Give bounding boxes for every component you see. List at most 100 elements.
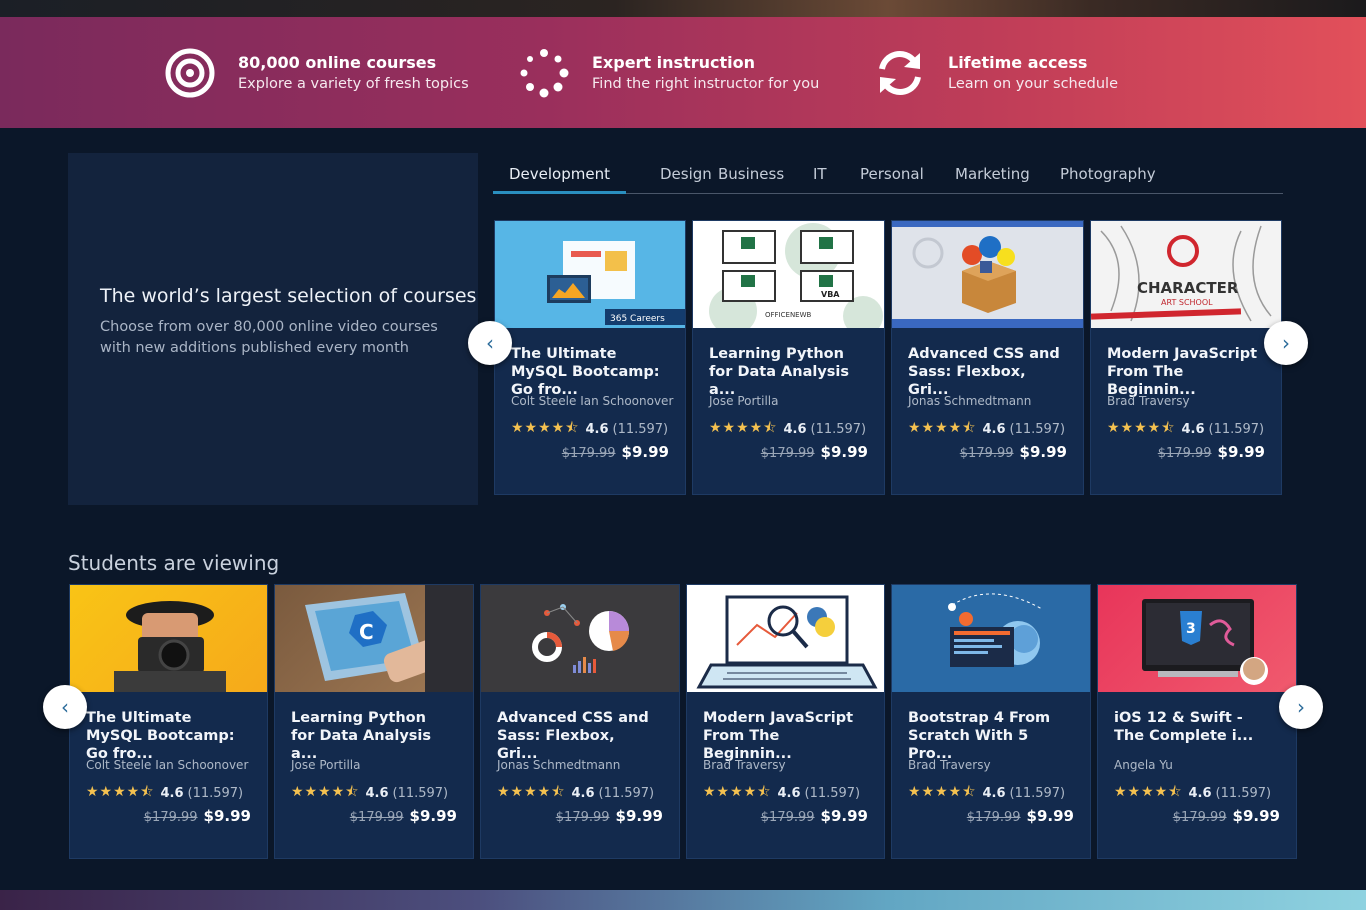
course-rating: ★★★★⯪ 4.6 (11.597) [511,417,668,441]
course-title[interactable]: Learning Python for Data Analysis a... [709,345,869,399]
course-rating: ★★★★⯪ 4.6 (11.597) [1114,781,1271,805]
course-thumbnail [892,585,1090,692]
thumb-brand: OFFICENEWB [765,311,812,319]
rating-value: 4.6 [365,785,389,801]
course-thumbnail: 365 Careers [495,221,685,328]
course-card[interactable]: The Ultimate MySQL Bootcamp: Go fro... C… [69,584,268,859]
review-count: (11.597) [1009,785,1066,801]
course-card[interactable]: 3 iOS 12 & Swift - The Complete i... Ang… [1097,584,1297,859]
course-author: Brad Traversy [908,758,991,772]
rating-stars: ★★★★⯪ [1107,420,1176,436]
course-title[interactable]: Modern JavaScript From The Beginnin... [1107,345,1267,399]
course-author: Colt Steele Ian Schoonover [86,758,249,772]
course-rating: ★★★★⯪ 4.6 (11.597) [497,781,654,805]
footer-gradient-strip [0,890,1366,910]
course-price: $179.99 $9.99 [350,807,457,825]
course-price: $179.99 $9.99 [761,443,868,461]
review-count: (11.597) [1009,421,1066,437]
tab-development[interactable]: Development [493,153,626,194]
course-thumbnail: CHARACTER ART SCHOOL [1091,221,1281,328]
course-card[interactable]: Bootstrap 4 From Scratch With 5 Pro... B… [891,584,1091,859]
rating-stars: ★★★★⯪ [511,420,580,436]
course-card[interactable]: 365 Careers The Ultimate MySQL Bootcamp:… [494,220,686,495]
course-rating: ★★★★⯪ 4.6 (11.597) [709,417,866,441]
rating-value: 4.6 [777,785,801,801]
course-card[interactable]: Modern JavaScript From The Beginnin... B… [686,584,885,859]
feature-instruction: Expert instruction Find the right instru… [518,17,819,128]
feature-title: Expert instruction [592,53,755,72]
course-title[interactable]: Bootstrap 4 From Scratch With 5 Pro... [908,709,1068,763]
svg-text:C: C [359,620,374,644]
review-count: (11.597) [598,785,655,801]
rating-stars: ★★★★⯪ [86,784,155,800]
rating-stars: ★★★★⯪ [291,784,360,800]
original-price: $179.99 [1172,810,1227,825]
refresh-icon [879,50,921,95]
rating-value: 4.6 [1181,421,1205,437]
original-price: $179.99 [760,810,815,825]
course-price: $179.99 $9.99 [1173,807,1280,825]
rating-value: 4.6 [783,421,807,437]
feature-courses: 80,000 online courses Explore a variety … [164,17,469,128]
course-author: Jose Portilla [709,394,779,408]
carousel-next-button[interactable]: › [1264,321,1308,365]
original-price: $179.99 [966,810,1021,825]
carousel-prev-button[interactable]: ‹ [468,321,512,365]
carousel-next-button[interactable]: › [1279,685,1323,729]
course-rating: ★★★★⯪ 4.6 (11.597) [1107,417,1264,441]
course-title[interactable]: Modern JavaScript From The Beginnin... [703,709,863,763]
tab-it[interactable]: IT [797,153,843,194]
review-count: (11.597) [1215,785,1272,801]
rating-value: 4.6 [160,785,184,801]
course-title[interactable]: Learning Python for Data Analysis a... [291,709,451,763]
rating-stars: ★★★★⯪ [908,784,977,800]
review-count: (11.597) [810,421,867,437]
course-price: $179.99 $9.99 [761,807,868,825]
tab-business[interactable]: Business [702,153,800,194]
feature-title: 80,000 online courses [238,53,437,72]
course-card[interactable]: CHARACTER ART SCHOOL Modern JavaScript F… [1090,220,1282,495]
course-card[interactable]: C Learning Python for Data Analysis a...… [274,584,474,859]
course-card[interactable]: VBA OFFICENEWB Learning Python for Data … [692,220,885,495]
course-price: $179.99 $9.99 [562,443,669,461]
rating-stars: ★★★★⯪ [908,420,977,436]
tab-personal[interactable]: Personal [844,153,940,194]
original-price: $179.99 [959,446,1014,461]
sale-price: $9.99 [1026,807,1074,825]
course-card[interactable]: Advanced CSS and Sass: Flexbox, Gri... J… [480,584,680,859]
course-author: Jonas Schmedtmann [908,394,1032,408]
feature-subtitle: Explore a variety of fresh topics [238,76,469,92]
rating-value: 4.6 [982,785,1006,801]
course-price: $179.99 $9.99 [144,807,251,825]
course-card[interactable]: Advanced CSS and Sass: Flexbox, Gri... J… [891,220,1084,495]
course-title[interactable]: Advanced CSS and Sass: Flexbox, Gri... [497,709,657,763]
course-title[interactable]: iOS 12 & Swift - The Complete i... [1114,709,1274,745]
category-tabs: Development Design Business IT Personal … [493,153,1283,194]
course-title[interactable]: The Ultimate MySQL Bootcamp: Go fro... [86,709,246,763]
review-count: (11.597) [612,421,669,437]
sale-price: $9.99 [1217,443,1265,461]
review-count: (11.597) [804,785,861,801]
course-thumbnail [481,585,679,692]
tab-photography[interactable]: Photography [1044,153,1172,194]
tab-marketing[interactable]: Marketing [939,153,1046,194]
carousel-prev-button[interactable]: ‹ [43,685,87,729]
course-price: $179.99 $9.99 [967,807,1074,825]
rating-value: 4.6 [1188,785,1212,801]
course-author: Jose Portilla [291,758,361,772]
course-thumbnail: C [275,585,473,692]
course-rating: ★★★★⯪ 4.6 (11.597) [291,781,448,805]
course-thumbnail: VBA OFFICENEWB [693,221,884,328]
original-price: $179.99 [555,810,610,825]
hero-title: The world’s largest selection of courses [100,285,477,307]
course-thumbnail: 3 [1098,585,1296,692]
original-price: $179.99 [561,446,616,461]
course-title[interactable]: The Ultimate MySQL Bootcamp: Go fro... [511,345,671,399]
sale-price: $9.99 [621,443,669,461]
course-rating: ★★★★⯪ 4.6 (11.597) [908,781,1065,805]
course-title[interactable]: Advanced CSS and Sass: Flexbox, Gri... [908,345,1068,399]
hero-photo-strip [0,0,1366,17]
rating-value: 4.6 [585,421,609,437]
course-thumbnail [687,585,884,692]
rating-stars: ★★★★⯪ [1114,784,1183,800]
